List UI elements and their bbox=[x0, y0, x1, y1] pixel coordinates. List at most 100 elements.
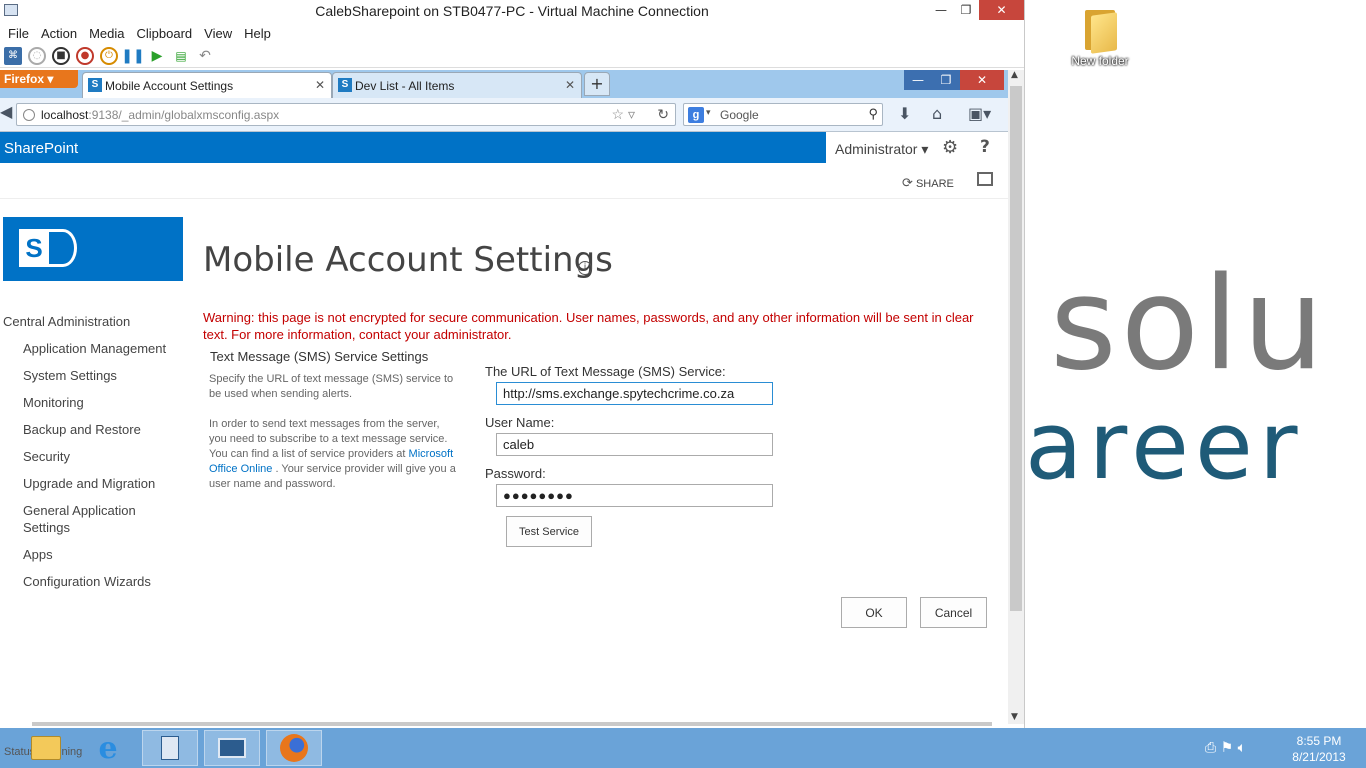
security-warning: Warning: this page is not encrypted for … bbox=[203, 310, 974, 342]
password-input[interactable]: ●●●●●●●● bbox=[496, 484, 773, 507]
test-service-button[interactable]: Test Service bbox=[506, 516, 592, 547]
wallpaper-text-2: areer bbox=[1025, 392, 1304, 501]
turn-off-icon[interactable]: ■ bbox=[52, 46, 70, 65]
close-button[interactable]: ✕ bbox=[979, 0, 1024, 20]
desktop-folder[interactable]: New folder bbox=[1065, 6, 1135, 68]
section-description: Specify the URL of text message (SMS) se… bbox=[209, 373, 454, 400]
nav-upgrade-migration[interactable]: Upgrade and Migration bbox=[3, 475, 183, 492]
search-icon[interactable]: ⚲ bbox=[868, 106, 878, 122]
vertical-scrollbar[interactable]: ▲ ▼ bbox=[1008, 70, 1024, 724]
firefox-menu-button[interactable]: Firefox ▾ bbox=[0, 70, 78, 88]
tab-close-icon[interactable]: ✕ bbox=[315, 78, 325, 92]
url-bar[interactable]: localhost:9138/_admin/globalxmsconfig.as… bbox=[16, 103, 676, 126]
tab-close-icon[interactable]: ✕ bbox=[565, 78, 575, 92]
shutdown-icon[interactable]: ● bbox=[76, 46, 94, 65]
power-icon[interactable]: ⏻ bbox=[100, 46, 118, 65]
browser-close-button[interactable]: ✕ bbox=[960, 70, 1004, 90]
site-logo[interactable]: S bbox=[3, 217, 183, 281]
url-host: localhost bbox=[41, 108, 89, 122]
menu-help[interactable]: Help bbox=[240, 26, 279, 41]
network-icon[interactable]: ⎙ bbox=[1205, 740, 1216, 756]
page-title: Mobile Account Settings bbox=[203, 240, 613, 280]
internet-explorer-icon[interactable]: e bbox=[80, 730, 136, 766]
menu-media[interactable]: Media bbox=[85, 26, 132, 41]
nav-central-administration[interactable]: Central Administration bbox=[3, 314, 183, 329]
browser-restore-button[interactable]: ❐ bbox=[932, 70, 960, 90]
sharepoint-brand[interactable]: SharePoint bbox=[0, 132, 826, 163]
scrollbar-thumb[interactable] bbox=[1010, 86, 1022, 611]
scroll-up-icon[interactable]: ▲ bbox=[1011, 70, 1018, 80]
horizontal-scrollbar[interactable] bbox=[32, 722, 992, 726]
info-icon[interactable]: i bbox=[578, 261, 592, 275]
gear-icon[interactable]: ⚙ bbox=[942, 137, 958, 158]
wallpaper-text-1: solu bbox=[1050, 250, 1328, 399]
username-input[interactable]: caleb bbox=[496, 433, 773, 456]
volume-icon[interactable]: 🔈︎ bbox=[1238, 740, 1246, 756]
checkpoint-icon[interactable]: ▤ bbox=[172, 47, 190, 65]
new-tab-button[interactable]: + bbox=[584, 72, 610, 96]
reset-icon[interactable]: ▶ bbox=[148, 47, 166, 65]
menu-action[interactable]: Action bbox=[37, 26, 85, 41]
browser-minimize-button[interactable]: — bbox=[904, 70, 932, 90]
password-label: Password: bbox=[485, 466, 546, 481]
restore-button[interactable]: ❐ bbox=[955, 0, 977, 20]
search-input[interactable]: g ▾ Google ⚲ bbox=[683, 103, 883, 126]
menu-view[interactable]: View bbox=[200, 26, 240, 41]
minimize-button[interactable]: — bbox=[930, 0, 952, 20]
hyper-v-manager-icon[interactable] bbox=[142, 730, 198, 766]
nav-apps[interactable]: Apps bbox=[3, 546, 183, 563]
nav-configuration-wizards[interactable]: Configuration Wizards bbox=[3, 573, 183, 590]
revert-icon[interactable]: ↶ bbox=[196, 47, 214, 65]
sharepoint-page: SharePoint Administrator ▾ ⚙ ? ⟳ SHARE S… bbox=[0, 132, 1008, 724]
user-menu[interactable]: Administrator ▾ bbox=[835, 141, 928, 158]
pause-icon[interactable]: ❚❚ bbox=[121, 47, 144, 65]
bookmarks-menu-icon[interactable]: ▣▾ bbox=[968, 104, 991, 123]
username-label: User Name: bbox=[485, 415, 555, 430]
nav-security[interactable]: Security bbox=[3, 448, 183, 465]
firefox-navbar: ◀ localhost:9138/_admin/globalxmsconfig.… bbox=[0, 98, 1010, 132]
download-icon[interactable]: ⬇ bbox=[898, 104, 911, 123]
help-icon[interactable]: ? bbox=[980, 137, 990, 157]
focus-content-icon[interactable] bbox=[977, 172, 993, 186]
firefox-icon[interactable] bbox=[266, 730, 322, 766]
file-explorer-icon[interactable] bbox=[18, 730, 74, 766]
tab-mobile-account-settings[interactable]: S Mobile Account Settings ✕ bbox=[82, 72, 332, 98]
sharepoint-icon: S bbox=[338, 78, 352, 92]
section-title: Text Message (SMS) Service Settings bbox=[210, 349, 429, 364]
bookmark-star-icon[interactable]: ☆ ▿ bbox=[612, 106, 635, 123]
sms-url-input[interactable]: http://sms.exchange.spytechcrime.co.za bbox=[496, 382, 773, 405]
flag-icon[interactable]: ⚑ bbox=[1221, 740, 1234, 756]
reload-icon[interactable]: ↻ bbox=[657, 106, 669, 123]
folder-icon bbox=[1081, 6, 1119, 54]
back-icon[interactable]: ◀ bbox=[0, 102, 12, 121]
vm-toolbar: ⌘ ◌ ■ ● ⏻ ❚❚ ▶ ▤ ↶ bbox=[0, 44, 1024, 68]
sharepoint-icon: S bbox=[88, 78, 102, 92]
cancel-button[interactable]: Cancel bbox=[920, 597, 987, 628]
tab-dev-list[interactable]: S Dev List - All Items ✕ bbox=[332, 72, 582, 98]
nav-backup-restore[interactable]: Backup and Restore bbox=[3, 421, 183, 438]
sharepoint-logo-icon: S bbox=[19, 229, 49, 267]
google-icon: g bbox=[688, 107, 704, 123]
share-button[interactable]: ⟳ SHARE bbox=[902, 175, 954, 191]
nav-general-application-settings[interactable]: General Application Settings bbox=[3, 502, 183, 536]
vm-connection-icon[interactable] bbox=[204, 730, 260, 766]
ribbon: ⟳ SHARE bbox=[0, 163, 1008, 199]
vm-title: CalebSharepoint on STB0477-PC - Virtual … bbox=[315, 3, 709, 19]
globe-icon bbox=[23, 109, 35, 121]
home-icon[interactable]: ⌂ bbox=[932, 104, 942, 123]
scroll-down-icon[interactable]: ▼ bbox=[1011, 712, 1018, 722]
nav-system-settings[interactable]: System Settings bbox=[3, 367, 183, 384]
menu-clipboard[interactable]: Clipboard bbox=[133, 26, 201, 41]
chevron-down-icon[interactable]: ▾ bbox=[706, 107, 711, 118]
ok-button[interactable]: OK bbox=[841, 597, 907, 628]
system-clock[interactable]: 8:55 PM 8/21/2013 bbox=[1288, 733, 1350, 765]
menu-file[interactable]: File bbox=[4, 26, 37, 41]
start-icon[interactable]: ◌ bbox=[28, 46, 46, 65]
nav-monitoring[interactable]: Monitoring bbox=[3, 394, 183, 411]
folder-label: New folder bbox=[1071, 54, 1129, 68]
nav-application-management[interactable]: Application Management bbox=[3, 340, 183, 357]
vm-window: CalebSharepoint on STB0477-PC - Virtual … bbox=[0, 0, 1025, 728]
clock-date: 8/21/2013 bbox=[1292, 750, 1346, 764]
tab-label: Mobile Account Settings bbox=[105, 79, 234, 93]
ctrl-alt-del-icon[interactable]: ⌘ bbox=[4, 46, 22, 65]
